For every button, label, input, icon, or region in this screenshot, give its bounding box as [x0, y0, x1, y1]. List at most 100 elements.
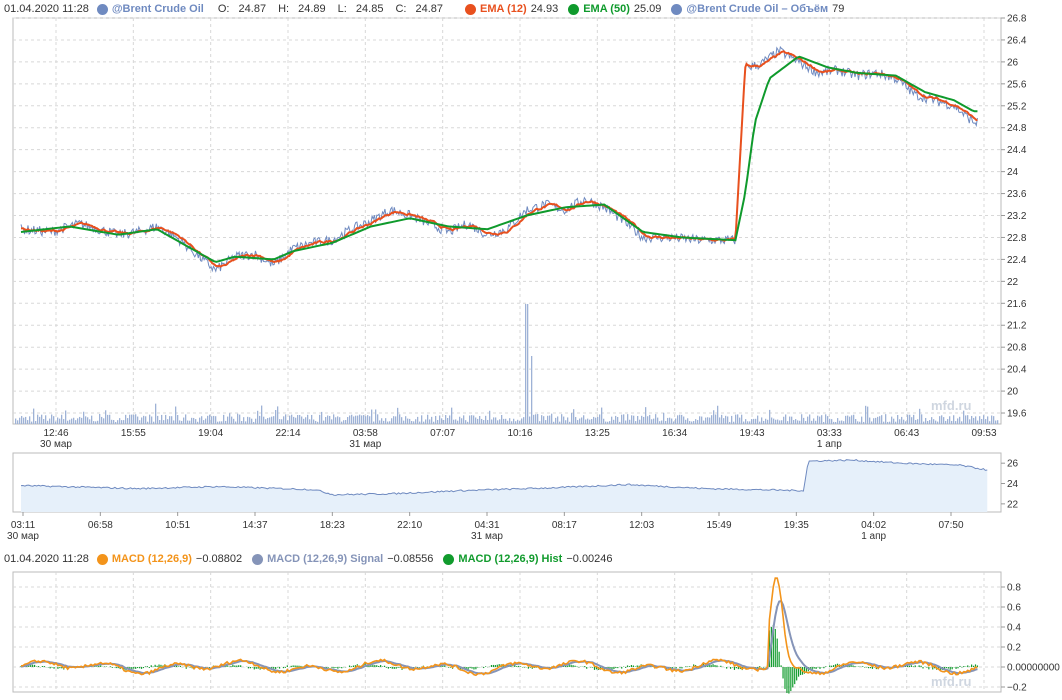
price-y-tick-label: 20	[1007, 387, 1019, 398]
macd-plot-area	[12, 571, 1002, 693]
volume-bar	[573, 409, 575, 424]
volume-bar	[209, 414, 211, 424]
volume-bar	[981, 419, 983, 424]
volume-bar	[695, 419, 697, 424]
volume-bar	[943, 417, 945, 424]
volume-bar	[679, 414, 681, 424]
volume-bar	[361, 415, 363, 424]
volume-bar	[327, 415, 329, 424]
volume-bar	[449, 415, 451, 424]
volume-bar	[295, 417, 297, 424]
volume-bar	[599, 414, 601, 424]
volume-bar	[545, 420, 547, 424]
volume-bar	[471, 415, 473, 424]
volume-bar	[193, 417, 195, 424]
volume-bar	[61, 414, 63, 424]
volume-bar	[613, 419, 615, 424]
price-x-tick-label: 19:43	[739, 428, 764, 439]
navigator-x-tick-label: 04:02	[861, 520, 886, 531]
legend-macd-signal[interactable]: MACD (12,26,9) Signal −0.08556	[252, 553, 433, 565]
volume-bar	[15, 418, 17, 424]
volume-bar	[639, 419, 641, 424]
price-y-tick-label: 25.6	[1007, 79, 1027, 90]
volume-bar	[143, 415, 145, 424]
volume-bar	[901, 416, 903, 424]
volume-bar	[413, 421, 415, 424]
volume-bar	[677, 415, 679, 424]
volume-bar	[651, 419, 653, 424]
legend-macd-hist[interactable]: MACD (12,26,9) Hist −0.00246	[443, 553, 613, 565]
legend-macd[interactable]: MACD (12,26,9) −0.08802	[96, 553, 242, 565]
volume-bar	[665, 420, 667, 424]
volume-bar	[705, 417, 707, 424]
volume-bar	[19, 417, 21, 424]
volume-bar	[977, 420, 979, 424]
volume-bar	[355, 415, 357, 424]
volume-bar	[407, 418, 409, 424]
volume-bar	[929, 420, 931, 424]
volume-bar	[41, 414, 43, 424]
volume-bar	[467, 421, 469, 424]
volume-bar	[441, 418, 443, 424]
volume-bar	[417, 416, 419, 424]
volume-bar	[905, 421, 907, 424]
volume-bar	[559, 421, 561, 424]
volume-bar	[391, 418, 393, 424]
volume-bar	[709, 417, 711, 424]
volume-bar	[557, 416, 559, 424]
volume-bar	[201, 416, 203, 424]
volume-bar	[321, 411, 323, 424]
volume-bar	[819, 416, 821, 424]
price-chart[interactable]: 26.8 26.4 26 25.6 25.2 24.8 24.4 24 23.6 23.2 22.8…	[0, 0, 1062, 450]
volume-bar	[627, 414, 629, 424]
volume-bar	[577, 420, 579, 424]
volume-bar	[649, 414, 651, 424]
volume-bar	[237, 413, 239, 424]
volume-bar	[957, 418, 959, 424]
volume-bar	[431, 416, 433, 424]
volume-bar	[763, 420, 765, 424]
volume-bar	[869, 417, 871, 424]
volume-bar	[697, 420, 699, 424]
price-y-tick-label: 19.6	[1007, 409, 1027, 420]
volume-bar	[453, 419, 455, 424]
volume-bar	[131, 414, 133, 424]
navigator-chart[interactable]: 26 24 22 03:1130 мар 06:58 10:51 14:37 18:23 22:…	[0, 450, 1062, 550]
volume-bar	[653, 418, 655, 424]
volume-bar	[357, 415, 359, 424]
volume-bar	[801, 414, 803, 424]
volume-bar	[761, 417, 763, 424]
volume-bar	[111, 419, 113, 424]
volume-bar	[281, 419, 283, 424]
volume-bar	[953, 415, 955, 424]
price-x-date-label: 30 мар	[40, 439, 72, 450]
volume-bar	[85, 416, 87, 424]
volume-bar	[435, 415, 437, 424]
volume-bar	[65, 410, 67, 424]
volume-bar	[835, 421, 837, 424]
macd-chart[interactable]: 0.8 0.6 0.4 0.2 0.00000000 −0.2 mfd.ru	[0, 568, 1062, 700]
volume-bar	[823, 421, 825, 424]
volume-bar	[429, 419, 431, 424]
volume-bar	[91, 415, 93, 424]
volume-bar	[767, 419, 769, 424]
hist-dot-icon	[443, 553, 455, 565]
volume-bar	[519, 421, 521, 424]
volume-bar	[965, 415, 967, 424]
volume-bar	[123, 420, 125, 424]
volume-bar	[955, 421, 957, 424]
volume-bar	[787, 421, 789, 424]
volume-bar	[575, 417, 577, 424]
volume-bar	[937, 421, 939, 424]
volume-bar	[583, 415, 585, 424]
macd-name: MACD (12,26,9)	[111, 553, 192, 565]
volume-bar	[479, 415, 481, 424]
volume-bar	[129, 414, 131, 424]
volume-bar	[623, 414, 625, 424]
volume-bar	[247, 416, 249, 424]
volume-bar	[561, 414, 563, 424]
volume-bar	[737, 414, 739, 424]
volume-bar	[535, 414, 537, 424]
navigator-y-tick-label: 26	[1007, 459, 1019, 470]
navigator-x-tick-label: 12:03	[629, 520, 654, 531]
